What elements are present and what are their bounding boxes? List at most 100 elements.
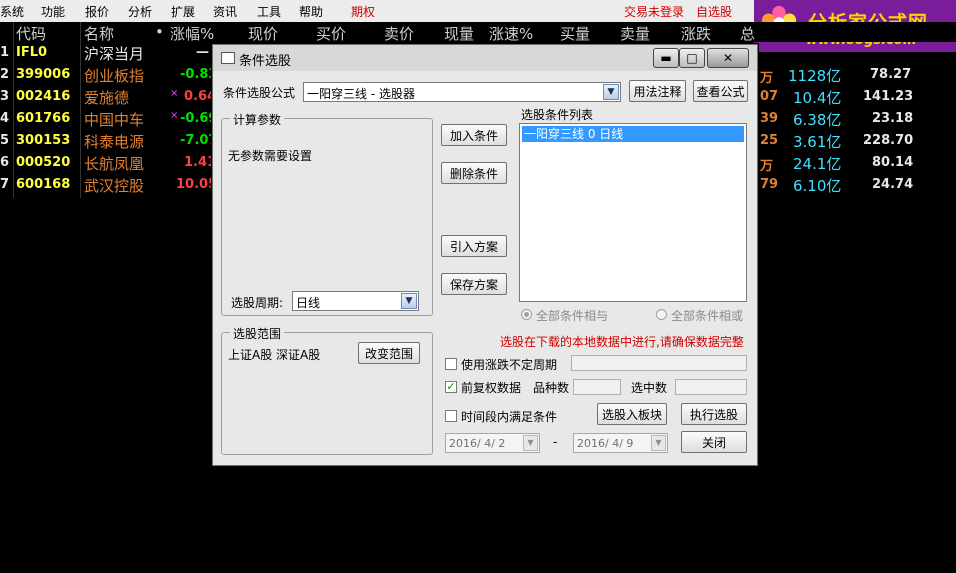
row-index: 3	[0, 89, 10, 104]
period-value: 日线	[296, 296, 321, 310]
data-notice: 选股在下载的本地数据中进行,请确保数据完整	[500, 335, 744, 349]
chevron-down-icon[interactable]: ▼	[401, 293, 417, 309]
stock-price: 141.23	[863, 89, 914, 104]
range-group: 选股范围 上证A股 深证A股 改变范围	[221, 325, 433, 455]
execute-button[interactable]: 执行选股	[681, 403, 747, 425]
col-volume[interactable]: 现量	[444, 23, 474, 44]
condition-screener-dialog: 条件选股 ▬ □ ✕ 条件选股公式 一阳穿三线 - 选股器 ▼ 用法注释 查看公…	[212, 44, 758, 466]
grid-header: 代码 名称 • 涨幅% 现价 买价 卖价 现量 涨速% 买量 卖量 涨跌 总	[0, 22, 956, 44]
minimize-button[interactable]: ▬	[653, 48, 679, 68]
stock-vol: 25	[760, 133, 779, 148]
delete-condition-button[interactable]: 删除条件	[441, 162, 507, 184]
conditions-list[interactable]: 一阳穿三线 0 日线	[519, 123, 747, 302]
window-icon	[221, 52, 235, 64]
date-to-value: 2016/ 4/ 9	[577, 437, 634, 450]
stock-name: 中国中车	[84, 111, 145, 129]
view-formula-button[interactable]: 查看公式	[693, 80, 748, 102]
dialog-title: 条件选股	[239, 54, 292, 69]
adjusted-data-label: 前复权数据	[461, 381, 522, 395]
col-price[interactable]: 现价	[248, 23, 278, 44]
col-total[interactable]: 总	[740, 23, 755, 44]
chevron-down-icon[interactable]: ▼	[603, 84, 619, 100]
range-value: 上证A股 深证A股	[228, 348, 321, 362]
trade-login-status[interactable]: 交易未登录	[624, 3, 684, 20]
menu-help[interactable]: 帮助	[299, 3, 323, 20]
stock-code: IFL0	[16, 45, 48, 60]
row-index: 7	[0, 177, 10, 192]
row-index: 6	[0, 155, 10, 170]
stock-price: 80.14	[872, 155, 914, 170]
menu-system[interactable]: 系统	[0, 3, 24, 20]
formula-value: 一阳穿三线 - 选股器	[307, 87, 415, 101]
menu-function[interactable]: 功能	[41, 3, 65, 20]
col-name[interactable]: 名称	[84, 23, 114, 44]
row-index: 4	[0, 111, 10, 126]
row-index: 5	[0, 133, 10, 148]
stock-code: 601766	[16, 111, 71, 126]
stock-amount: 3.61亿	[793, 133, 842, 151]
radio-all-or-label: 全部条件相或	[671, 309, 744, 323]
time-range-checkbox[interactable]	[445, 410, 457, 422]
period-select[interactable]: 日线 ▼	[292, 291, 419, 311]
col-bid-vol[interactable]: 买量	[560, 23, 590, 44]
chevron-down-icon[interactable]: ▼	[651, 435, 666, 451]
count-field	[573, 379, 621, 395]
col-bid[interactable]: 买价	[316, 23, 346, 44]
adjusted-data-checkbox[interactable]: ✓	[445, 381, 457, 393]
close-icon[interactable]: ✕	[707, 48, 749, 68]
menu-extend[interactable]: 扩展	[171, 3, 195, 20]
stock-name: 沪深当月	[84, 45, 145, 63]
radio-all-and-label: 全部条件相与	[536, 309, 609, 323]
usage-notes-button[interactable]: 用法注释	[629, 80, 686, 102]
stock-vol: 39	[760, 111, 779, 126]
radio-all-or[interactable]	[656, 309, 667, 320]
save-plan-button[interactable]: 保存方案	[441, 273, 507, 295]
variable-period-checkbox[interactable]	[445, 358, 457, 370]
col-change[interactable]: 涨跌	[681, 23, 711, 44]
col-code[interactable]: 代码	[16, 23, 46, 44]
dialog-titlebar[interactable]: 条件选股 ▬ □ ✕	[213, 45, 757, 71]
stock-amount: 10.4亿	[793, 89, 842, 107]
stock-price: 78.27	[870, 67, 912, 82]
stock-amount: 6.38亿	[793, 111, 842, 129]
menu-analysis[interactable]: 分析	[128, 3, 152, 20]
change-range-button[interactable]: 改变范围	[358, 342, 420, 364]
close-button[interactable]: 关闭	[681, 431, 747, 453]
stock-name: 科泰电源	[84, 133, 145, 151]
stock-change: —	[196, 45, 209, 60]
stock-code: 000520	[16, 155, 71, 170]
maximize-button[interactable]: □	[679, 48, 705, 68]
stock-price: 23.18	[872, 111, 914, 126]
date-from-value: 2016/ 4/ 2	[449, 437, 506, 450]
period-label: 选股周期:	[231, 296, 284, 310]
menu-tools[interactable]: 工具	[257, 3, 281, 20]
chevron-down-icon[interactable]: ▼	[523, 435, 538, 451]
add-to-board-button[interactable]: 选股入板块	[597, 403, 667, 425]
menu-quote[interactable]: 报价	[85, 3, 109, 20]
date-from-picker[interactable]: 2016/ 4/ 2 ▼	[445, 433, 540, 453]
stock-code: 600168	[16, 177, 71, 192]
date-to-picker[interactable]: 2016/ 4/ 9 ▼	[573, 433, 668, 453]
import-plan-button[interactable]: 引入方案	[441, 235, 507, 257]
col-mark[interactable]: •	[155, 23, 164, 41]
params-text: 无参数需要设置	[228, 149, 313, 163]
col-ask[interactable]: 卖价	[384, 23, 414, 44]
formula-select[interactable]: 一阳穿三线 - 选股器 ▼	[303, 82, 621, 102]
col-change-pct[interactable]: 涨幅%	[170, 23, 214, 44]
stock-mark: ×	[170, 110, 179, 121]
formula-label: 条件选股公式	[223, 86, 296, 100]
list-item[interactable]: 一阳穿三线 0 日线	[522, 126, 744, 142]
date-separator: -	[553, 435, 558, 449]
variable-period-field[interactable]	[571, 355, 747, 371]
menu-options[interactable]: 期权	[351, 3, 375, 20]
radio-all-and[interactable]	[521, 309, 532, 320]
col-speed[interactable]: 涨速%	[489, 23, 533, 44]
add-condition-button[interactable]: 加入条件	[441, 124, 507, 146]
menu-info[interactable]: 资讯	[213, 3, 237, 20]
col-ask-vol[interactable]: 卖量	[620, 23, 650, 44]
watchlist-link[interactable]: 自选股	[696, 3, 732, 20]
stock-code: 399006	[16, 67, 71, 82]
time-range-label: 时间段内满足条件	[461, 410, 558, 424]
range-group-title: 选股范围	[230, 325, 285, 342]
stock-mark: ×	[170, 88, 179, 99]
